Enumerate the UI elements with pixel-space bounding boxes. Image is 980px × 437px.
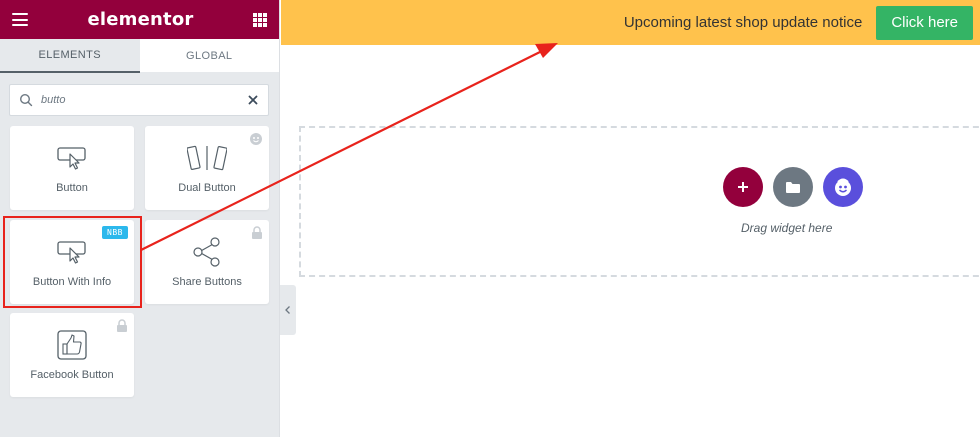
widget-label: Button With Info: [32, 276, 112, 288]
panel-tabs: ELEMENTS GLOBAL: [0, 39, 279, 73]
nbb-emoji-icon: [835, 178, 851, 196]
widget-button-with-info[interactable]: NBB Button With Info: [10, 220, 134, 304]
lock-icon: [117, 319, 127, 332]
tab-elements[interactable]: ELEMENTS: [0, 39, 140, 73]
panel-collapse-handle[interactable]: [280, 285, 296, 335]
plus-icon: [738, 182, 748, 192]
button-cursor-icon: [57, 236, 87, 268]
drop-zone-actions: [723, 167, 863, 207]
add-template-button[interactable]: [773, 167, 813, 207]
apps-grid-icon[interactable]: [252, 12, 267, 27]
notice-text: Upcoming latest shop update notice: [623, 14, 863, 31]
menu-icon[interactable]: [12, 13, 28, 26]
widget-button[interactable]: Button: [10, 126, 134, 210]
notice-bar: Upcoming latest shop update notice Click…: [281, 0, 980, 45]
widget-label: Button: [56, 182, 88, 194]
widget-dual-button[interactable]: Dual Button: [145, 126, 269, 210]
dual-button-icon: [187, 142, 227, 174]
widget-label: Share Buttons: [172, 276, 242, 288]
share-icon: [191, 236, 223, 268]
brand-logo: elementor: [87, 9, 194, 30]
search-box: [9, 84, 269, 116]
search-icon: [19, 93, 33, 107]
drag-widget-text: Drag widget here: [741, 221, 833, 235]
chevron-left-icon: [285, 306, 290, 314]
drop-zone[interactable]: [299, 126, 980, 277]
nbb-library-button[interactable]: [823, 167, 863, 207]
search-input[interactable]: [41, 94, 247, 106]
lock-icon: [252, 226, 262, 239]
widget-label: Facebook Button: [30, 369, 114, 381]
clear-search-icon[interactable]: [247, 94, 259, 106]
thumbs-up-icon: [57, 329, 87, 361]
panel-header: elementor: [0, 0, 279, 39]
editor-panel: elementor ELEMENTS GLOBAL Button: [0, 0, 280, 437]
add-section-button[interactable]: [723, 167, 763, 207]
click-here-button[interactable]: Click here: [876, 5, 973, 40]
folder-icon: [786, 181, 800, 193]
nbb-emoji-icon: [250, 133, 262, 145]
button-cursor-icon: [57, 142, 87, 174]
widget-facebook-button[interactable]: Facebook Button: [10, 313, 134, 397]
widget-label: Dual Button: [178, 182, 236, 194]
tab-global[interactable]: GLOBAL: [139, 39, 279, 73]
nbb-badge: NBB: [102, 226, 128, 239]
widget-share-buttons[interactable]: Share Buttons: [145, 220, 269, 304]
